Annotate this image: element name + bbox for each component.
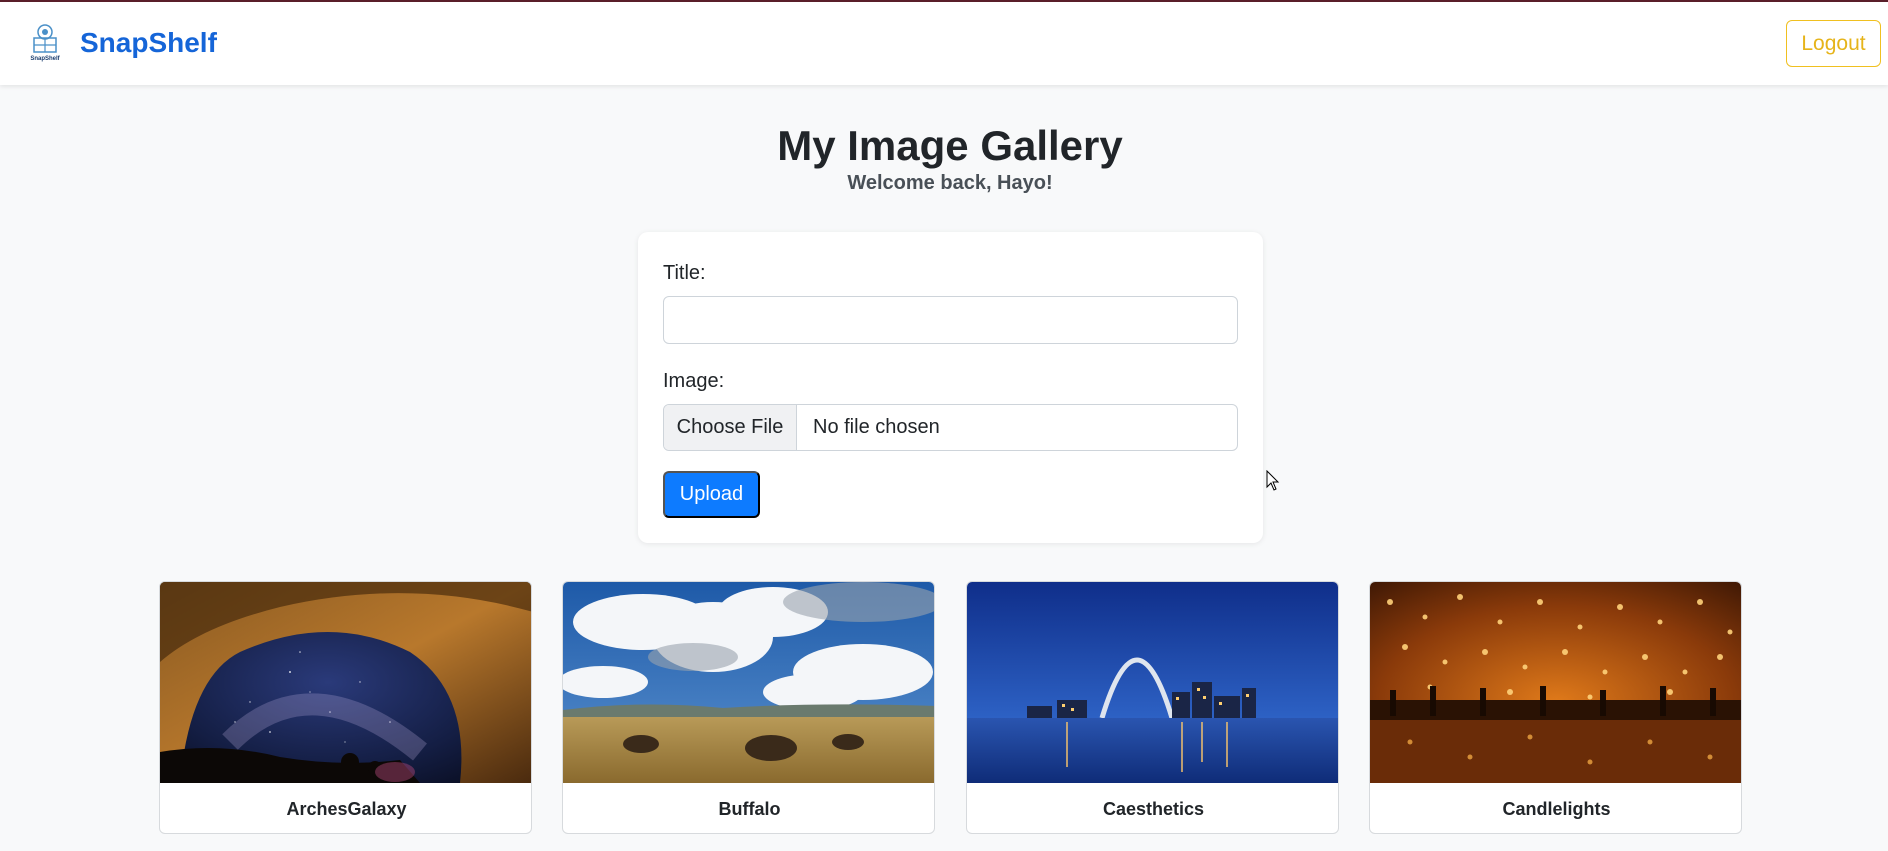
snapshelf-logo-icon[interactable]: SnapShelf bbox=[26, 22, 64, 62]
logo-text: SnapShelf bbox=[30, 56, 60, 62]
gallery-image-candlelights[interactable] bbox=[1370, 582, 1742, 783]
gallery-image-caesthetics[interactable] bbox=[967, 582, 1339, 783]
gallery-card[interactable]: Caesthetics bbox=[966, 581, 1339, 834]
gallery-card[interactable]: Buffalo bbox=[562, 581, 935, 834]
gallery-caption: Buffalo bbox=[718, 798, 781, 819]
title-label: Title: bbox=[663, 262, 706, 284]
title-input[interactable] bbox=[663, 296, 1238, 344]
gallery-card[interactable]: ArchesGalaxy bbox=[159, 581, 532, 834]
choose-file-button[interactable]: Choose File bbox=[664, 405, 797, 450]
logout-button[interactable]: Logout bbox=[1786, 20, 1881, 67]
image-file-input[interactable]: Choose File No file chosen bbox=[663, 404, 1238, 451]
upload-button[interactable]: Upload bbox=[663, 471, 760, 518]
gallery-caption: ArchesGalaxy bbox=[286, 798, 407, 819]
page-title: My Image Gallery bbox=[777, 122, 1123, 169]
welcome-message: Welcome back, Hayo! bbox=[847, 172, 1053, 194]
gallery-caption: Candlelights bbox=[1502, 798, 1611, 819]
file-status-text: No file chosen bbox=[813, 416, 940, 438]
gallery-caption: Caesthetics bbox=[1102, 798, 1205, 819]
gallery-card[interactable]: Candlelights bbox=[1369, 581, 1742, 834]
upload-form: Title: Image: Choose File No file chosen… bbox=[638, 232, 1263, 543]
brand-name[interactable]: SnapShelf bbox=[80, 27, 217, 59]
navbar: SnapShelf SnapShelf Logout bbox=[0, 2, 1888, 85]
image-label: Image: bbox=[663, 370, 725, 392]
gallery-image-arches-galaxy[interactable] bbox=[160, 582, 532, 783]
mouse-cursor-icon bbox=[1266, 470, 1280, 491]
gallery-image-buffalo[interactable] bbox=[563, 582, 935, 783]
